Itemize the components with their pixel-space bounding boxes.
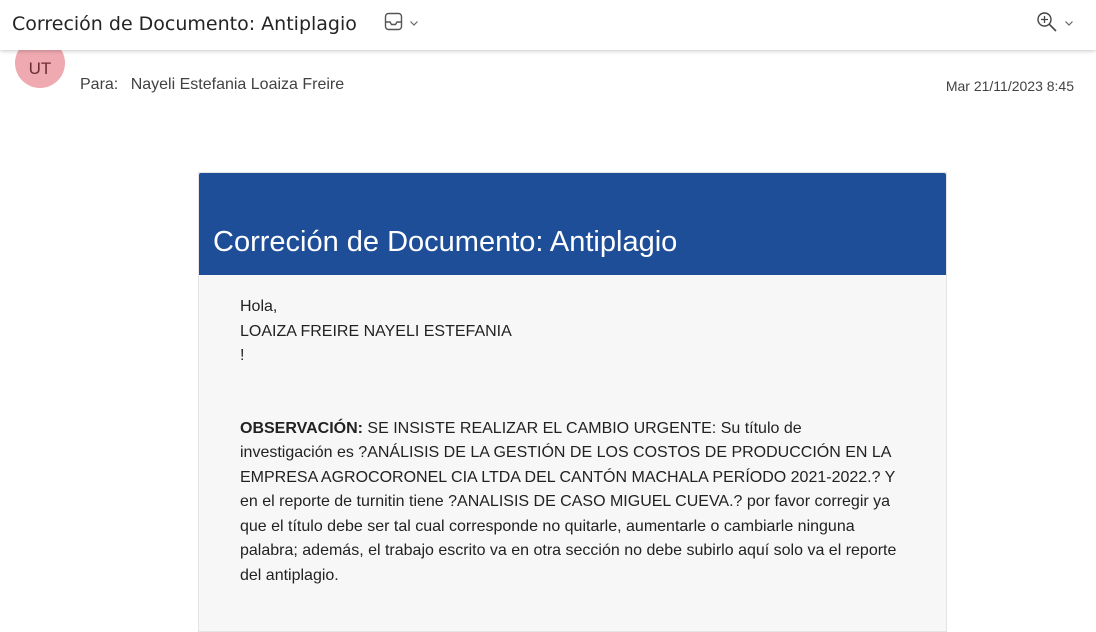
observation-line-2: investigación es ?ANÁLISIS DE LA GESTIÓN…	[240, 444, 892, 461]
chevron-down-icon	[1064, 15, 1074, 33]
tag-tray-icon	[384, 12, 403, 36]
email-card: Correción de Documento: Antiplagio Hola,…	[198, 172, 947, 632]
zoom-button[interactable]	[1036, 11, 1074, 38]
greeting: Hola,	[240, 298, 278, 315]
recipient-row: Para: Nayeli Estefania Loaiza Freire	[80, 76, 344, 94]
observation-line-7: del antiplagio.	[240, 566, 339, 584]
observation-line-5: que el título debe ser tal cual correspo…	[240, 517, 855, 535]
recipient-name[interactable]: Nayeli Estefania Loaiza Freire	[131, 76, 344, 93]
observation-line-4: en el reporte de turnitin tiene ?ANALISI…	[240, 493, 891, 510]
exclaim-line: !	[240, 347, 245, 364]
observation-text-1: SE INSISTE REALIZAR EL CAMBIO URGENTE: S…	[362, 419, 802, 437]
email-banner: Correción de Documento: Antiplagio	[199, 173, 946, 275]
observation-line-1: OBSERVACIÓN: SE INSISTE REALIZAR EL CAMB…	[240, 417, 910, 442]
observation-line-6: palabra; además, el trabajo escrito va e…	[240, 542, 897, 559]
recipient-line: LOAIZA FREIRE NAYELI ESTEFANIA	[240, 322, 512, 340]
observation-label: OBSERVACIÓN:	[240, 419, 363, 437]
banner-title: Correción de Documento: Antiplagio	[213, 226, 678, 258]
to-label: Para:	[80, 76, 119, 93]
zoom-in-icon	[1036, 11, 1058, 38]
tag-button[interactable]	[384, 12, 419, 36]
message-date: Mar 21/11/2023 8:45	[945, 78, 1074, 94]
email-body: Hola, LOAIZA FREIRE NAYELI ESTEFANIA ! O…	[240, 295, 910, 588]
observation-line-3: EMPRESA AGROCORONEL CIA LTDA DEL CANTÓN …	[240, 468, 896, 486]
email-subject: Correción de Documento: Antiplagio	[12, 13, 357, 35]
chevron-down-icon	[409, 15, 419, 33]
top-bar: Correción de Documento: Antiplagio	[0, 0, 1096, 50]
